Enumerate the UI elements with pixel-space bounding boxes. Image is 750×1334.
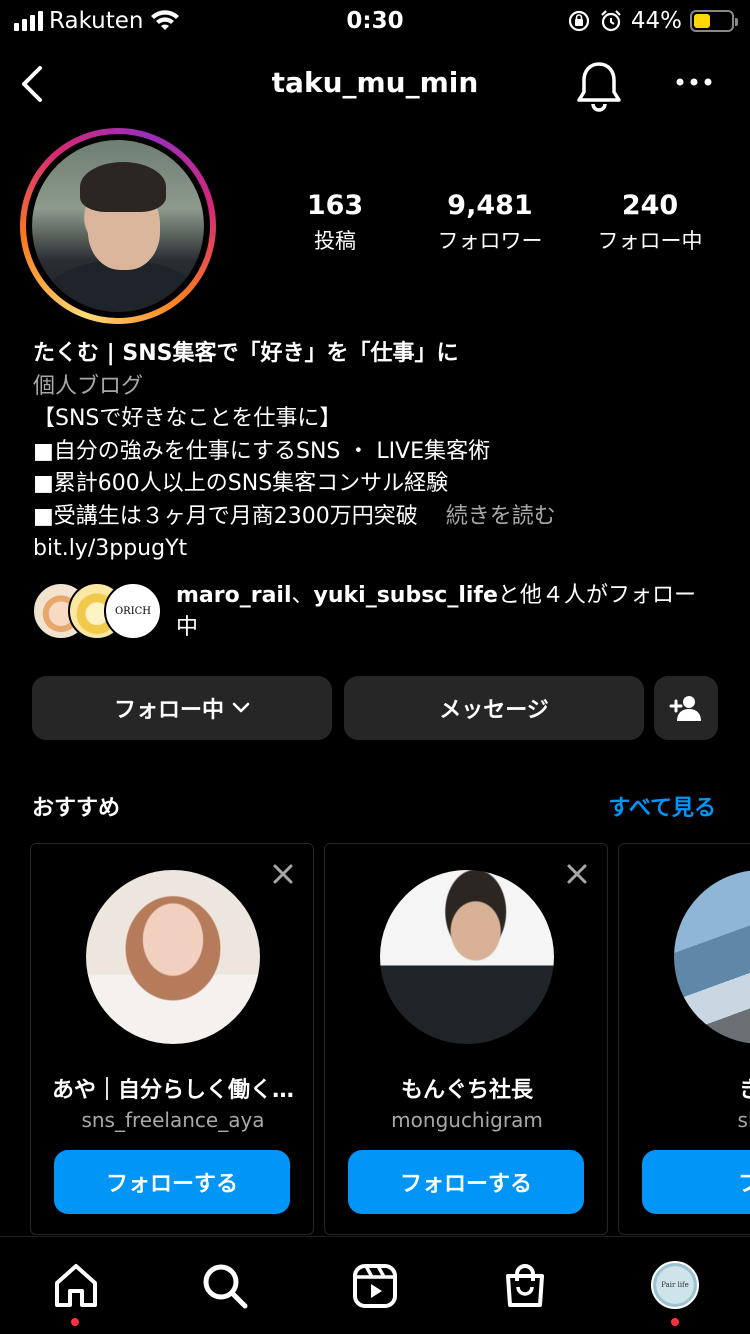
stat-following[interactable]: 240 フォロー中: [570, 190, 730, 255]
suggested-handle: shuji: [737, 1108, 750, 1132]
orientation-lock-icon: [568, 10, 589, 32]
home-notification-dot: [71, 1318, 79, 1326]
mutual-followers[interactable]: ORICH maro_rail、yuki_subsc_lifeと他４人がフォロー…: [32, 580, 722, 644]
following-button-label: フォロー中: [113, 698, 224, 723]
tab-profile-avatar[interactable]: Pair life: [651, 1261, 699, 1309]
profile-bio: たくむ | SNS集客で「好き」を「仕事」に 個人ブログ 【SNSで好きなことを…: [33, 338, 723, 566]
tab-shop[interactable]: [500, 1261, 550, 1311]
bell-icon[interactable]: [574, 58, 624, 112]
close-icon[interactable]: [565, 862, 589, 886]
alarm-icon: [601, 10, 621, 32]
suggested-card[interactable]: きた shuji フォ: [618, 843, 750, 1235]
mutual-avatar: ORICH: [104, 582, 162, 640]
suggested-name: きた: [629, 1072, 750, 1104]
mutual-others-count: と他４人: [497, 583, 586, 608]
battery-level: [694, 14, 710, 28]
follow-button[interactable]: フォ: [642, 1150, 750, 1214]
mutual-others: と他４人: [498, 583, 586, 608]
profile-stats: 163 投稿 9,481 フォロワー 240 フォロー中: [260, 190, 730, 255]
stat-followers[interactable]: 9,481 フォロワー: [410, 190, 570, 255]
search-icon: [203, 1264, 248, 1309]
avatar-hair: [80, 162, 166, 212]
add-person-icon: [669, 696, 701, 721]
followers-label: フォロワー: [437, 229, 543, 253]
suggested-header: おすすめ すべて見る: [32, 788, 716, 822]
suggested-avatar[interactable]: [380, 870, 554, 1044]
suggest-people-button[interactable]: [654, 676, 718, 740]
bio-line: 【SNSで好きなことを仕事に】: [33, 406, 342, 431]
avatar-border: [26, 134, 210, 318]
message-button[interactable]: メッセージ: [344, 676, 644, 740]
tab-home[interactable]: [51, 1261, 101, 1311]
profile-avatar-story-ring[interactable]: [20, 128, 216, 324]
suggested-card[interactable]: あや｜自分らしく働く… sns_freelance_aya フォローする: [30, 843, 314, 1235]
suggested-handle: sns_freelance_aya: [81, 1108, 265, 1132]
posts-label: 投稿: [314, 229, 356, 253]
message-button-label: メッセージ: [439, 698, 549, 723]
header-username: taku_mu_min: [271, 66, 479, 99]
profile-header: taku_mu_min: [0, 52, 750, 116]
suggested-name: もんぐち社長: [400, 1078, 533, 1103]
mutual-user: yuki_subsc_life: [313, 583, 498, 608]
suggested-name: あや｜自分らしく働く…: [51, 1078, 294, 1103]
suggested-carousel[interactable]: あや｜自分らしく働く… sns_freelance_aya フォローする もんぐ…: [30, 843, 750, 1235]
posts-count: 163: [306, 190, 364, 221]
tab-reels[interactable]: [350, 1261, 400, 1311]
bio-line: ■受講生は３ヶ月で月商2300万円突破: [33, 503, 418, 529]
avatar: [32, 140, 204, 312]
home-icon: [55, 1264, 97, 1307]
stat-posts[interactable]: 163 投稿: [260, 190, 410, 255]
mutual-avatars: ORICH: [32, 580, 162, 642]
followers-count: 9,481: [447, 190, 533, 221]
profile-actions: フォロー中 メッセージ: [32, 676, 718, 740]
suggested-card[interactable]: もんぐち社長 monguchigram フォローする: [324, 843, 608, 1235]
suggested-title: おすすめ: [32, 796, 121, 821]
chevron-down-icon: [232, 702, 250, 713]
bottom-tab-bar: Pair life: [0, 1236, 750, 1334]
following-button[interactable]: フォロー中: [32, 676, 332, 740]
battery-percent: 44%: [630, 8, 682, 34]
mutual-followers-text: maro_rail、yuki_subsc_lifeと他４人がフォロー中: [176, 580, 716, 644]
status-bar: Rakuten 0:30 44%: [0, 0, 750, 44]
tab-search[interactable]: [200, 1261, 250, 1311]
bio-line: ■自分の強みを仕事にするSNS ・ LIVE集客術: [33, 438, 491, 464]
display-name: たくむ | SNS集客で「好き」を「仕事」に: [33, 341, 459, 366]
following-label: フォロー中: [597, 229, 703, 253]
reels-icon: [353, 1264, 397, 1308]
following-count: 240: [621, 190, 679, 221]
more-horizontal-icon[interactable]: [672, 70, 716, 94]
suggested-handle: monguchigram: [391, 1108, 543, 1132]
follow-button[interactable]: フォローする: [348, 1150, 584, 1214]
profile-notification-dot: [671, 1318, 679, 1326]
suggested-avatar[interactable]: [86, 870, 260, 1044]
status-right: 44%: [567, 8, 738, 34]
shop-icon: [506, 1264, 544, 1307]
category-label: 個人ブログ: [33, 373, 144, 399]
battery-icon: [690, 10, 738, 32]
mutual-avatar-logo-text: ORICH: [114, 605, 152, 617]
bio-line-with-more: ■受講生は３ヶ月で月商2300万円突破 続きを読む: [33, 501, 723, 534]
read-more-link[interactable]: 続きを読む: [446, 504, 556, 529]
profile-avatar-label: Pair life: [661, 1281, 689, 1289]
mutual-separator: 、: [291, 583, 314, 608]
bio-line: ■累計600人以上のSNS集客コンサル経験: [33, 471, 449, 496]
close-icon[interactable]: [271, 862, 295, 886]
mutual-user: maro_rail: [176, 583, 292, 608]
see-all-link[interactable]: すべて見る: [608, 790, 716, 822]
bio-link[interactable]: bit.ly/3ppugYt: [33, 533, 723, 566]
follow-button[interactable]: フォローする: [54, 1150, 290, 1214]
suggested-avatar[interactable]: [674, 870, 750, 1044]
